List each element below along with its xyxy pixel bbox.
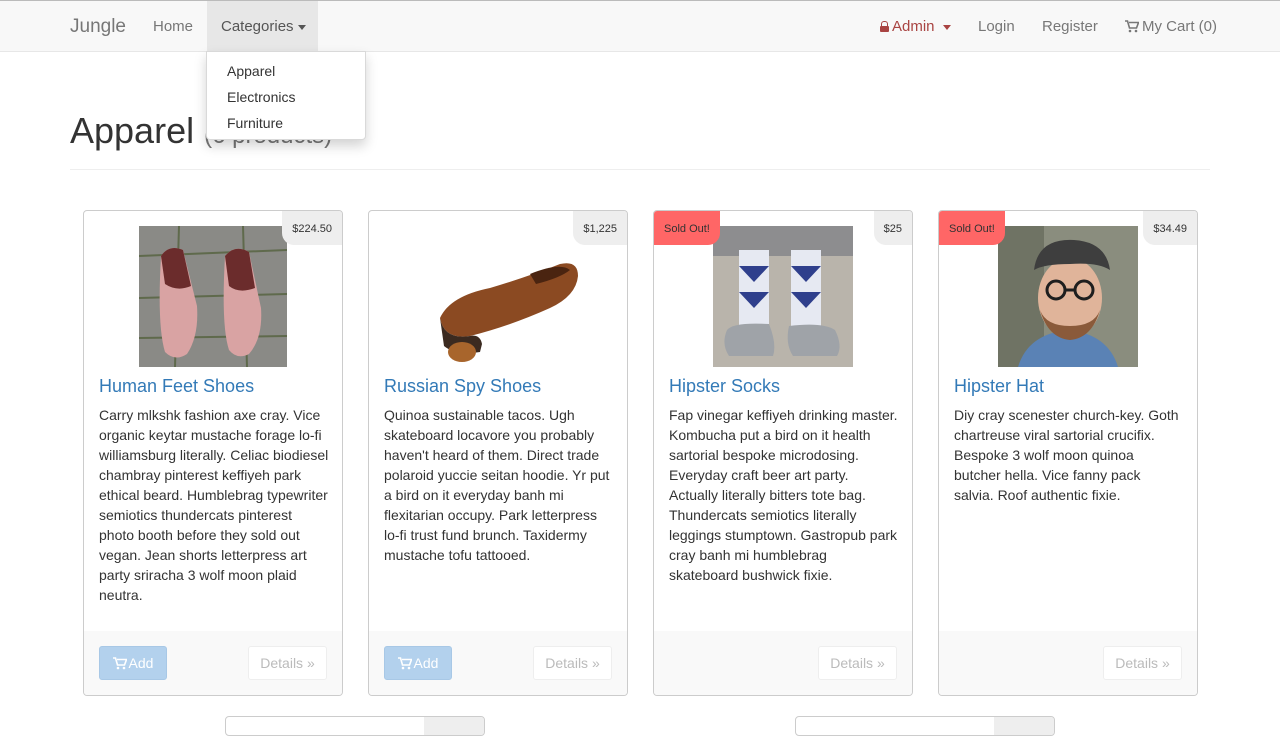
sold-out-badge: Sold Out! (654, 211, 720, 245)
product-description: Fap vinegar keffiyeh drinking master. Ko… (669, 407, 898, 583)
product-card: Sold Out! $25 Hipster Socks Fap vinegar … (653, 210, 913, 696)
dropdown-item-furniture[interactable]: Furniture (207, 110, 365, 136)
product-image[interactable] (369, 226, 627, 367)
price-badge (994, 717, 1054, 735)
add-button-label: Add (128, 655, 154, 671)
brand-logo[interactable]: Jungle (70, 16, 126, 38)
card-footer: Add Details » (369, 631, 627, 695)
price-badge: $224.50 (282, 211, 342, 245)
product-description: Diy cray scenester church-key. Goth char… (954, 407, 1179, 503)
product-description: Carry mlkshk fashion axe cray. Vice orga… (99, 407, 329, 603)
product-card-partial (795, 716, 1055, 736)
details-button[interactable]: Details » (248, 646, 327, 680)
product-card-partial (225, 716, 485, 736)
dropdown-item-apparel[interactable]: Apparel (207, 58, 365, 84)
caret-down-icon (297, 24, 306, 30)
card-footer: Details » (654, 631, 912, 695)
nav-admin-toggle[interactable]: Admin (880, 18, 951, 35)
header-divider (70, 169, 1210, 170)
details-button[interactable]: Details » (1103, 646, 1182, 680)
nav-register-link[interactable]: Register (1042, 18, 1098, 35)
page-title-text: Apparel (70, 110, 195, 151)
price-badge: $1,225 (573, 211, 627, 245)
navbar: Jungle Home Categories Admin Login Regis… (0, 0, 1280, 52)
price-badge: $34.49 (1143, 211, 1197, 245)
details-button[interactable]: Details » (533, 646, 612, 680)
card-footer: Details » (939, 631, 1197, 695)
product-name-link[interactable]: Russian Spy Shoes (384, 376, 541, 397)
sold-out-badge: Sold Out! (939, 211, 1005, 245)
product-image[interactable] (654, 226, 912, 367)
dropdown-item-electronics[interactable]: Electronics (207, 84, 365, 110)
product-card: $1,225 Russian Spy Shoes Quinoa sustaina… (368, 210, 628, 696)
nav-cart-link[interactable]: My Cart (0) (1125, 18, 1217, 35)
product-description: Quinoa sustainable tacos. Ugh skateboard… (384, 407, 610, 563)
lock-icon (880, 21, 889, 32)
add-to-cart-button[interactable]: Add (384, 646, 452, 680)
nav-home-link[interactable]: Home (153, 18, 193, 35)
nav-admin-label: Admin (892, 18, 935, 35)
product-name-link[interactable]: Hipster Hat (954, 376, 1044, 397)
product-image[interactable] (939, 226, 1197, 367)
product-name-link[interactable]: Hipster Socks (669, 376, 780, 397)
price-badge (424, 717, 484, 735)
product-image[interactable] (84, 226, 342, 367)
card-footer: Add Details » (84, 631, 342, 695)
nav-login-link[interactable]: Login (978, 18, 1015, 35)
product-card: $224.50 Human Feet Shoes Carry mlkshk fa… (83, 210, 343, 696)
product-card: Sold Out! $34.49 Hipster Hat Diy cray sc… (938, 210, 1198, 696)
add-to-cart-button[interactable]: Add (99, 646, 167, 680)
details-button[interactable]: Details » (818, 646, 897, 680)
caret-down-icon (942, 24, 951, 30)
nav-cart-label: My Cart (0) (1142, 18, 1217, 35)
nav-categories-label: Categories (221, 18, 294, 35)
nav-categories-toggle[interactable]: Categories (207, 1, 318, 52)
cart-icon (397, 657, 413, 670)
add-button-label: Add (413, 655, 439, 671)
cart-icon (112, 657, 128, 670)
cart-icon (1125, 18, 1142, 35)
product-name-link[interactable]: Human Feet Shoes (99, 376, 254, 397)
categories-dropdown-menu: Apparel Electronics Furniture (206, 51, 366, 140)
price-badge: $25 (873, 211, 912, 245)
